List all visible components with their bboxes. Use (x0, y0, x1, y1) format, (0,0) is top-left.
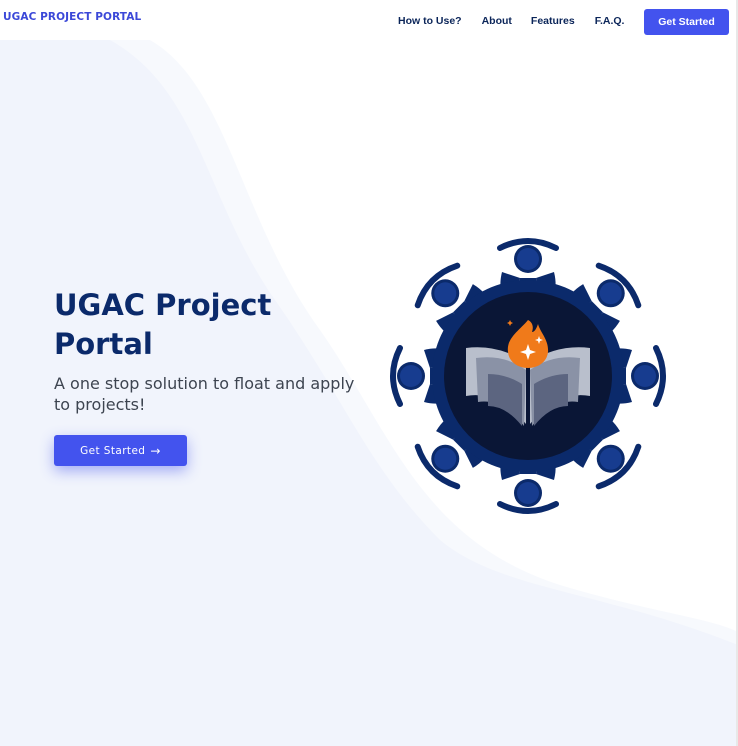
hero-title: UGAC Project Portal (54, 288, 272, 361)
brand-logo-text[interactable]: UGAC PROJECT PORTAL (3, 11, 141, 23)
navbar: UGAC PROJECT PORTAL How to Use? About Fe… (0, 0, 738, 40)
hero-get-started-label: Get Started (80, 444, 146, 457)
nav-faq[interactable]: F.A.Q. (595, 15, 625, 27)
landing-page: UGAC PROJECT PORTAL How to Use? About Fe… (0, 0, 738, 746)
hero-subtitle: A one stop solution to float and apply t… (54, 374, 355, 414)
nav-features[interactable]: Features (531, 15, 575, 27)
nav-links: How to Use? About Features F.A.Q. (398, 15, 624, 27)
hero-get-started-button[interactable]: Get Started → (54, 435, 187, 466)
nav-get-started-button[interactable]: Get Started (644, 9, 729, 35)
nav-about[interactable]: About (482, 15, 512, 27)
hero-text: UGAC Project Portal A one stop solution … (54, 286, 364, 415)
nav-how-to-use[interactable]: How to Use? (398, 15, 462, 27)
arrow-right-icon: → (150, 443, 161, 458)
people-around-book-flame-logo (386, 238, 670, 518)
